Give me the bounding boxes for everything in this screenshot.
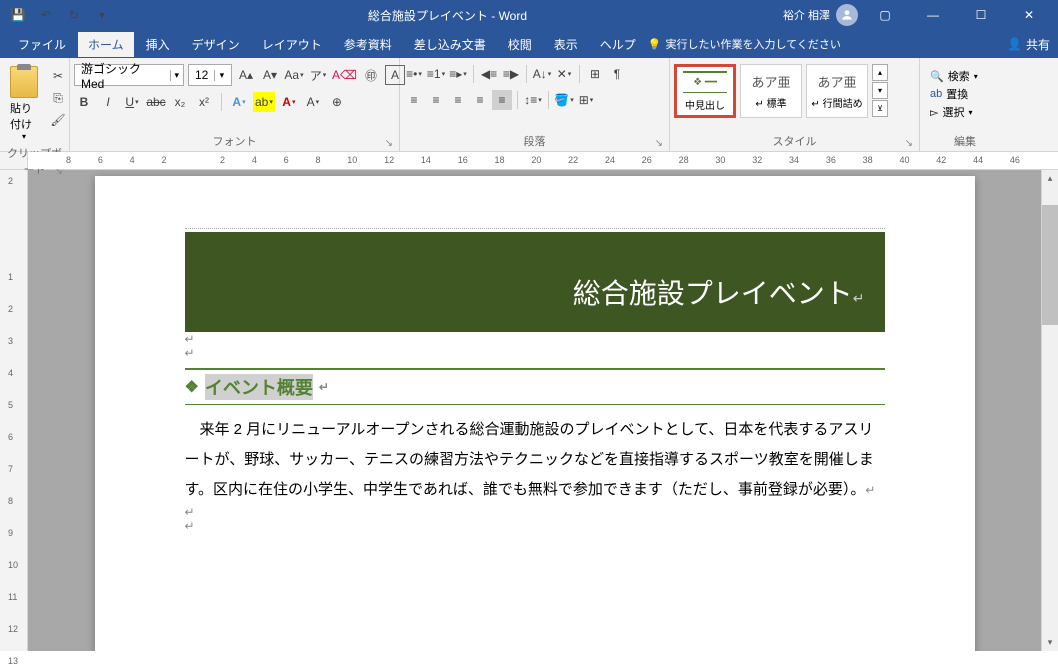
style-normal[interactable]: あア亜 ↵ 標準 bbox=[740, 64, 802, 118]
ribbon-opts-icon[interactable]: ▢ bbox=[864, 0, 906, 30]
scroll-thumb[interactable] bbox=[1042, 205, 1058, 325]
style-down-icon[interactable]: ▾ bbox=[872, 82, 888, 99]
dialog-launcher-icon[interactable]: ↘ bbox=[655, 138, 663, 149]
grow-font-icon[interactable]: A▴ bbox=[236, 65, 256, 85]
font-color-icon[interactable]: A bbox=[279, 92, 299, 112]
replace-button[interactable]: ab置換 bbox=[930, 86, 978, 102]
numbering-icon[interactable]: ≡1 bbox=[426, 64, 446, 84]
dialog-launcher-icon[interactable]: ↘ bbox=[385, 138, 393, 149]
format-painter-icon[interactable]: 🖌 bbox=[48, 110, 68, 130]
select-button[interactable]: ▻選択▾ bbox=[930, 104, 978, 120]
doc-body[interactable]: 来年 2 月にリニューアルオープンされる総合運動施設のプレイベントとして、日本を… bbox=[185, 415, 885, 505]
tab-layout[interactable]: レイアウト bbox=[252, 32, 332, 57]
clear-format-icon[interactable]: A⌫ bbox=[332, 65, 357, 85]
italic-icon[interactable]: I bbox=[98, 92, 118, 112]
search-icon: 🔍 bbox=[930, 70, 944, 83]
style-midashi[interactable]: ❖ ━━ 中見出し bbox=[674, 64, 736, 118]
paste-icon bbox=[10, 66, 38, 98]
shading-icon[interactable]: 🪣 bbox=[554, 90, 574, 110]
diamond-bullet-icon: ❖ bbox=[185, 377, 199, 397]
sort-icon[interactable]: A↓ bbox=[532, 64, 552, 84]
avatar-icon[interactable] bbox=[836, 4, 858, 26]
font-size-combo[interactable]: 12▾ bbox=[188, 64, 232, 86]
paragraph-mark: ↵ bbox=[185, 505, 885, 519]
scroll-down-icon[interactable]: ▾ bbox=[1042, 634, 1058, 651]
replace-icon: ab bbox=[930, 88, 942, 100]
distribute-icon[interactable]: ≡ bbox=[492, 90, 512, 110]
share-button[interactable]: 👤共有 bbox=[1007, 36, 1050, 53]
paragraph-mark: ↵ bbox=[185, 332, 885, 346]
tab-review[interactable]: 校閲 bbox=[498, 32, 542, 57]
undo-icon[interactable]: ↶ bbox=[36, 5, 56, 25]
user-name: 裕介 相澤 bbox=[783, 7, 830, 23]
shrink-font-icon[interactable]: A▾ bbox=[260, 65, 280, 85]
text-effects-icon[interactable]: A bbox=[229, 92, 249, 112]
paragraph-mark: ↵ bbox=[185, 346, 885, 360]
multilevel-icon[interactable]: ≡▸ bbox=[448, 64, 468, 84]
minimize-icon[interactable]: — bbox=[912, 0, 954, 30]
tab-design[interactable]: デザイン bbox=[182, 32, 250, 57]
indent-dec-icon[interactable]: ◀≡ bbox=[479, 64, 499, 84]
horizontal-ruler[interactable]: 8642246810121416182022242628303234363840… bbox=[28, 152, 1058, 169]
align-right-icon[interactable]: ≡ bbox=[448, 90, 468, 110]
document-page: 総合施設プレイベント↵ ↵ ↵ ❖ イベント概要↵ 来年 2 月にリニューアルオ… bbox=[95, 176, 975, 651]
char-shading-icon[interactable]: A bbox=[303, 92, 323, 112]
strike-icon[interactable]: abc bbox=[146, 92, 166, 112]
qat-dd-icon[interactable]: ▾ bbox=[92, 5, 112, 25]
tell-me[interactable]: 💡実行したい作業を入力してください bbox=[648, 36, 841, 52]
enclose-icon[interactable]: ⊕ bbox=[327, 92, 347, 112]
indent-inc-icon[interactable]: ≡▶ bbox=[501, 64, 521, 84]
superscript-icon[interactable]: x² bbox=[194, 92, 214, 112]
style-nospacing[interactable]: あア亜 ↵ 行間詰め bbox=[806, 64, 868, 118]
show-marks-icon[interactable]: ¶ bbox=[607, 64, 627, 84]
scroll-up-icon[interactable]: ▴ bbox=[1042, 170, 1058, 187]
highlight-icon[interactable]: ab bbox=[253, 92, 275, 112]
tab-mail[interactable]: 差し込み文書 bbox=[404, 32, 496, 57]
phonetic-icon[interactable]: ア bbox=[308, 65, 328, 85]
paragraph-mark: ↵ bbox=[185, 519, 885, 533]
doc-heading[interactable]: ❖ イベント概要↵ bbox=[185, 368, 885, 405]
align-grid-icon[interactable]: ⊞ bbox=[585, 64, 605, 84]
borders-icon[interactable]: ⊞ bbox=[576, 90, 596, 110]
align-center-icon[interactable]: ≡ bbox=[426, 90, 446, 110]
tab-view[interactable]: 表示 bbox=[544, 32, 588, 57]
doc-title-block[interactable]: 総合施設プレイベント↵ bbox=[185, 232, 885, 332]
vertical-ruler[interactable]: 212345678910111213 bbox=[0, 170, 28, 651]
justify-icon[interactable]: ≡ bbox=[470, 90, 490, 110]
copy-icon[interactable]: ⎘ bbox=[48, 88, 68, 108]
underline-icon[interactable]: U bbox=[122, 92, 142, 112]
dialog-launcher-icon[interactable]: ↘ bbox=[905, 138, 913, 149]
chevron-down-icon: ▾ bbox=[22, 132, 26, 141]
tab-home[interactable]: ホーム bbox=[78, 32, 134, 57]
find-button[interactable]: 🔍検索▾ bbox=[930, 68, 978, 84]
align-left-icon[interactable]: ≡ bbox=[404, 90, 424, 110]
bullets-icon[interactable]: ≡• bbox=[404, 64, 424, 84]
style-up-icon[interactable]: ▴ bbox=[872, 64, 888, 81]
select-icon: ▻ bbox=[930, 106, 938, 119]
share-icon: 👤 bbox=[1007, 37, 1022, 51]
lightbulb-icon: 💡 bbox=[648, 38, 662, 51]
tab-file[interactable]: ファイル bbox=[8, 32, 76, 57]
subscript-icon[interactable]: x₂ bbox=[170, 92, 190, 112]
enclose-char-icon[interactable]: ㊞ bbox=[361, 65, 381, 85]
tab-help[interactable]: ヘルプ bbox=[590, 32, 646, 57]
font-name-combo[interactable]: 游ゴシック Med▾ bbox=[74, 64, 184, 86]
style-more-icon[interactable]: ⊻ bbox=[872, 100, 888, 117]
close-icon[interactable]: ✕ bbox=[1008, 0, 1050, 30]
chevron-down-icon: ▾ bbox=[214, 70, 228, 81]
asian-layout-icon[interactable]: ✕ bbox=[554, 64, 574, 84]
tab-ref[interactable]: 参考資料 bbox=[334, 32, 402, 57]
chevron-down-icon: ▾ bbox=[170, 70, 183, 81]
change-case-icon[interactable]: Aa bbox=[284, 65, 304, 85]
paste-button[interactable]: 貼り付け ▾ bbox=[4, 64, 44, 143]
bold-icon[interactable]: B bbox=[74, 92, 94, 112]
maximize-icon[interactable]: ☐ bbox=[960, 0, 1002, 30]
cut-icon[interactable]: ✂ bbox=[48, 66, 68, 86]
tab-insert[interactable]: 挿入 bbox=[136, 32, 180, 57]
window-title: 総合施設プレイベント - Word bbox=[112, 7, 783, 24]
vertical-scrollbar[interactable]: ▴ ▾ bbox=[1041, 170, 1058, 651]
save-icon[interactable]: 💾 bbox=[8, 5, 28, 25]
line-spacing-icon[interactable]: ↕≡ bbox=[523, 90, 543, 110]
redo-icon[interactable]: ↻ bbox=[64, 5, 84, 25]
